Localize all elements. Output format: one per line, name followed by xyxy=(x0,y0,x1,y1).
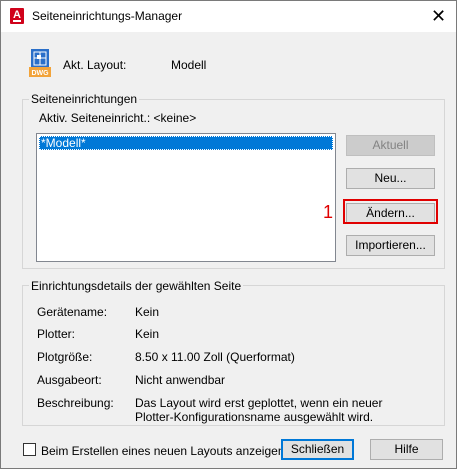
modify-highlight-box xyxy=(343,199,438,224)
close-button[interactable]: Schließen xyxy=(281,439,354,460)
new-button[interactable]: Neu... xyxy=(346,168,435,189)
page-setups-group-label: Seiteneinrichtungen xyxy=(29,92,140,106)
description-value-line2: Plotter-Konfigurationsname ausgewählt wi… xyxy=(135,410,374,424)
plotter-label: Plotter: xyxy=(37,327,76,341)
show-on-new-layout-checkbox[interactable] xyxy=(23,443,36,456)
help-button[interactable]: Hilfe xyxy=(370,439,443,460)
page-setups-list[interactable]: *Modell* xyxy=(36,133,336,262)
device-name-value: Kein xyxy=(135,305,160,319)
output-location-label: Ausgabeort: xyxy=(37,373,102,387)
description-label: Beschreibung: xyxy=(37,396,114,410)
window-title: Seiteneinrichtungs-Manager xyxy=(32,9,183,23)
callout-number: 1 xyxy=(323,202,334,222)
list-item[interactable]: *Modell* xyxy=(39,136,333,150)
dwg-file-icon: DWG xyxy=(29,49,51,77)
close-icon[interactable]: ✕ xyxy=(421,1,456,32)
active-page-setup-label: Aktiv. Seiteneinricht.: <keine> xyxy=(39,111,197,125)
device-name-label: Gerätename: xyxy=(37,305,108,319)
show-on-new-layout-label[interactable]: Beim Erstellen eines neuen Layouts anzei… xyxy=(41,444,285,458)
set-current-button[interactable]: Aktuell xyxy=(346,135,435,156)
plot-size-label: Plotgröße: xyxy=(37,350,93,364)
title-bar[interactable]: A Seiteneinrichtungs-Manager ✕ xyxy=(1,1,456,32)
autocad-app-icon: A xyxy=(10,8,24,24)
details-group-label: Einrichtungsdetails der gewählten Seite xyxy=(29,279,244,293)
description-value-line1: Das Layout wird erst geplottet, wenn ein… xyxy=(135,396,383,410)
current-layout-label: Akt. Layout: xyxy=(63,58,127,72)
plot-size-value: 8.50 x 11.00 Zoll (Querformat) xyxy=(135,350,295,364)
active-page-setup-value: <keine> xyxy=(153,111,197,125)
current-layout-value: Modell xyxy=(171,58,207,72)
plotter-value: Kein xyxy=(135,327,160,341)
dialog-window: A Seiteneinrichtungs-Manager ✕ DWG Akt. … xyxy=(0,0,457,469)
dwg-icon-text: DWG xyxy=(31,70,49,77)
import-button[interactable]: Importieren... xyxy=(346,235,435,256)
output-location-value: Nicht anwendbar xyxy=(135,373,226,387)
